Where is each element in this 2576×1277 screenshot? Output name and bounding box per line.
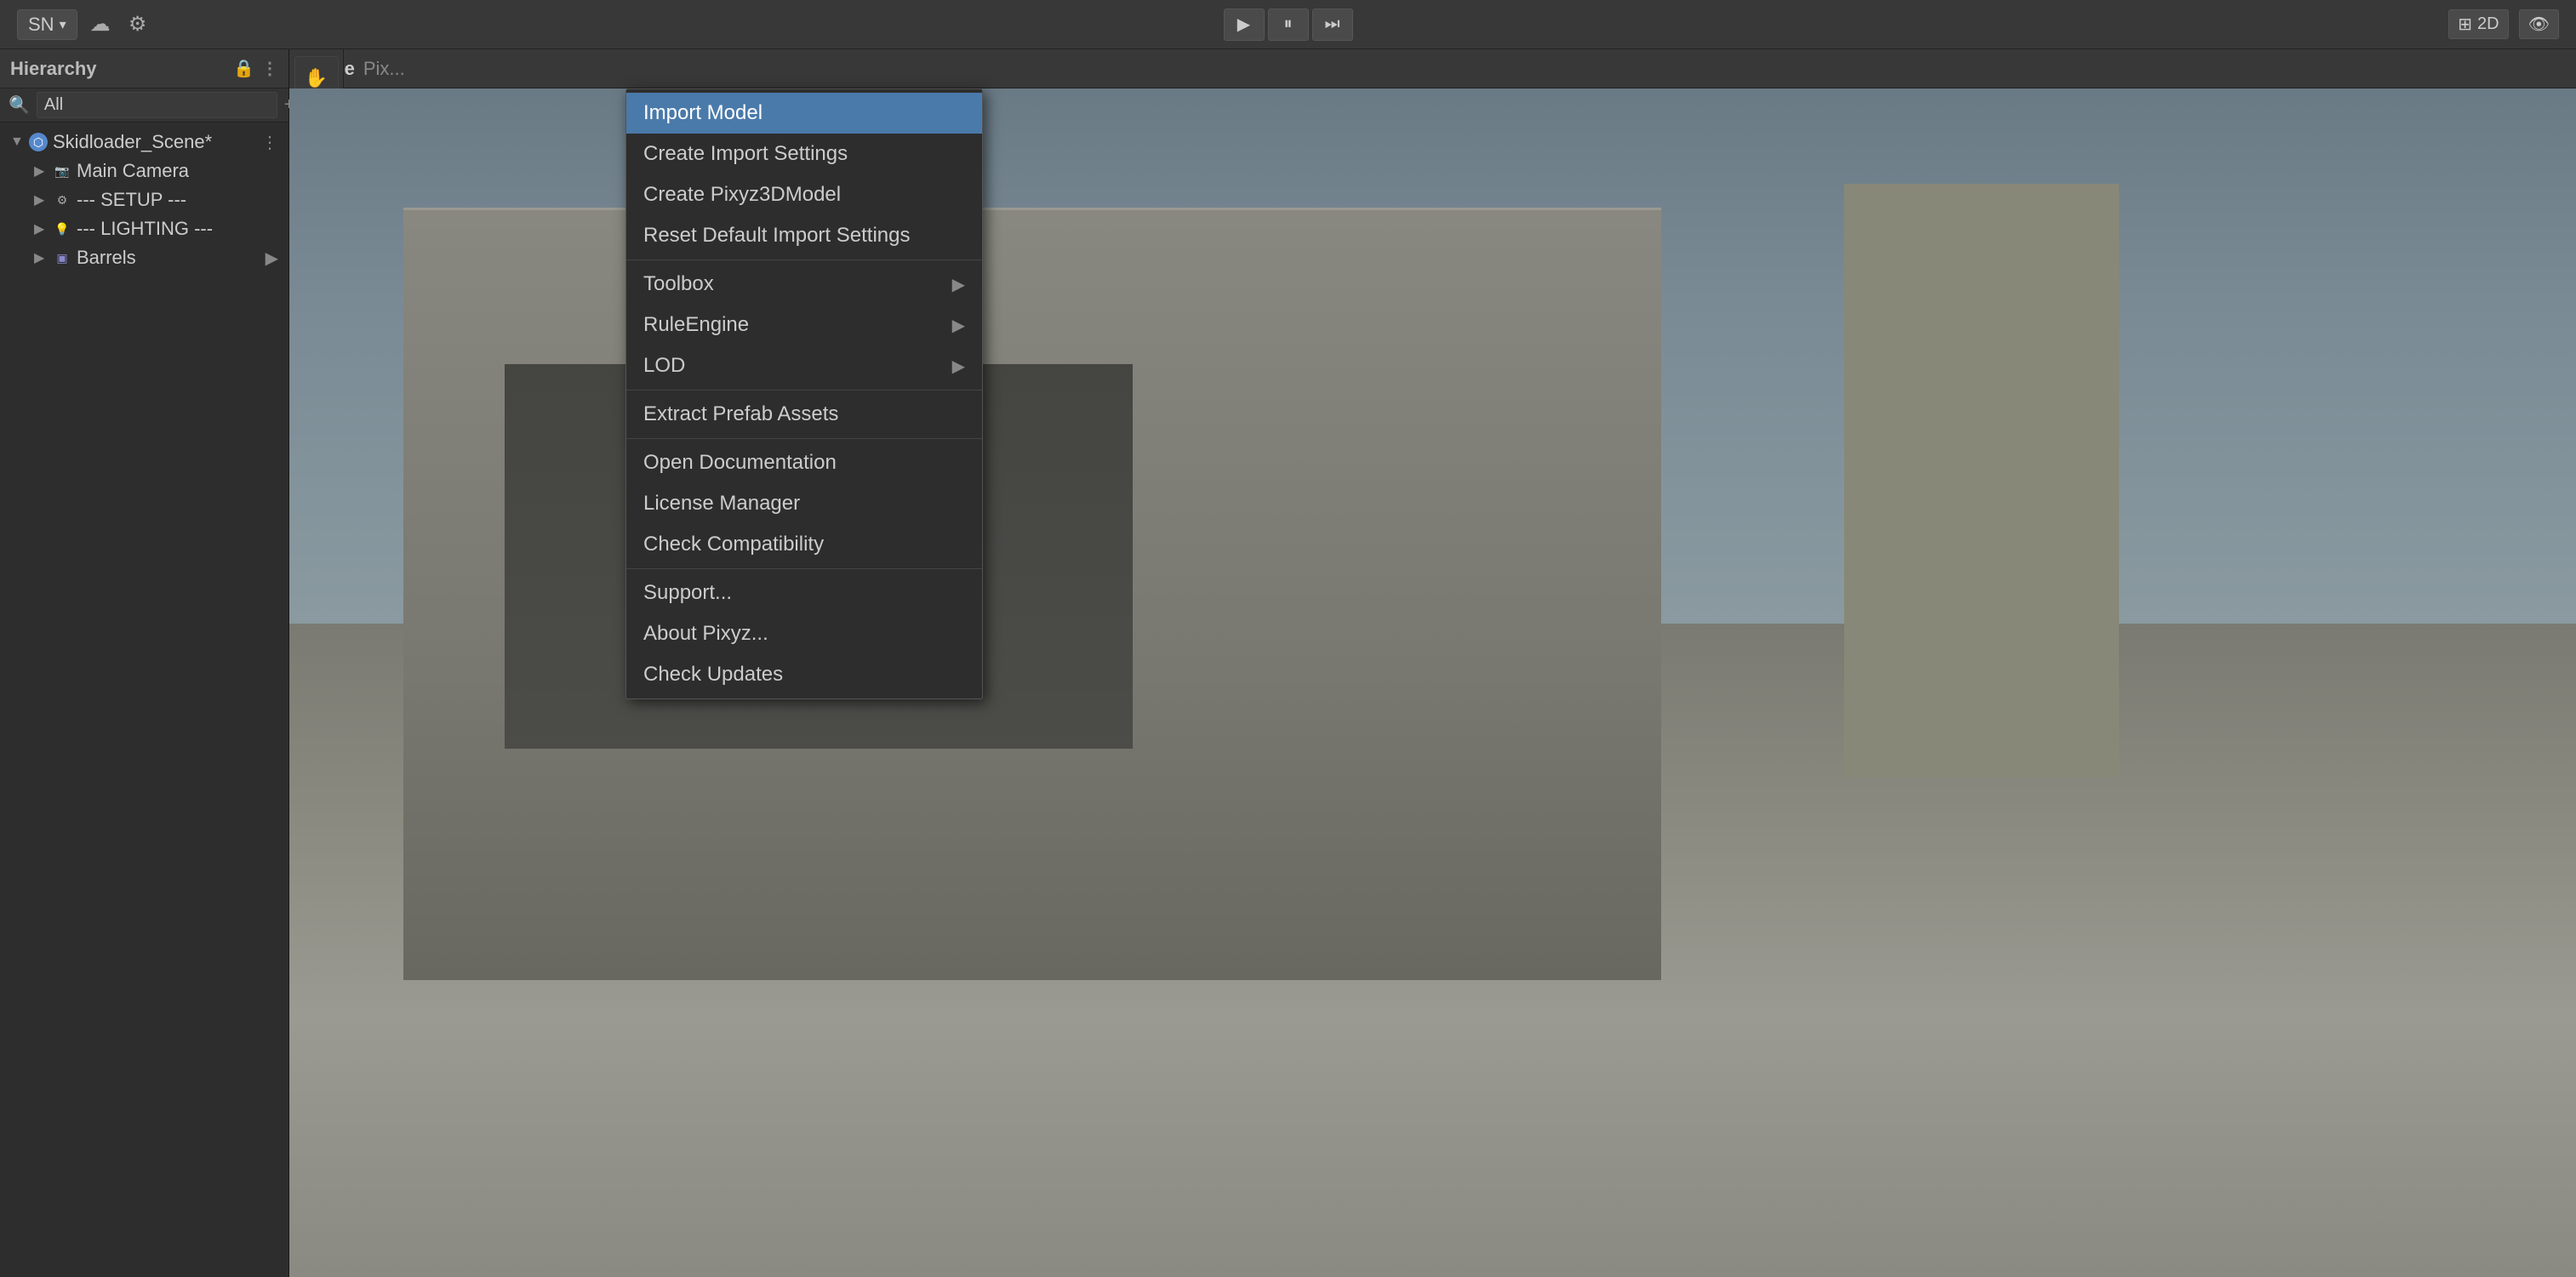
camera-arrow-icon: ▶ — [34, 162, 48, 180]
camera-icon: 📷 — [53, 162, 71, 180]
import-model-label: Import Model — [643, 101, 763, 125]
ruleengine-label: RuleEngine — [643, 313, 749, 337]
setup-icon: ⚙ — [53, 191, 71, 209]
support-label: Support... — [643, 581, 732, 605]
scene-arrow-icon: ▼ — [10, 134, 24, 150]
check-compatibility-label: Check Compatibility — [643, 533, 824, 556]
barrels-icon: ▣ — [53, 248, 71, 267]
lighting-arrow-icon: ▶ — [34, 220, 48, 237]
layers-icon: ⊞ — [2458, 14, 2472, 35]
lod-arrow-icon: ▶ — [952, 356, 965, 377]
barrels-arrow-icon: ▶ — [34, 249, 48, 266]
hierarchy-list: ▼ ⬡ Skidloader_Scene* ⋮ ▶ 📷 Main Camera … — [0, 123, 288, 1277]
visibility-button[interactable]: 👁 — [2519, 9, 2559, 39]
sidebar: Hierarchy 🔒 ⋮ 🔍 + ▼ ⬡ Skidloader_Scene* … — [0, 49, 289, 1277]
scene-toolbar: Scene Pix... — [289, 49, 2576, 88]
search-icon: 🔍 — [9, 94, 30, 116]
menu-separator-1 — [626, 259, 982, 260]
main-layout: Hierarchy 🔒 ⋮ 🔍 + ▼ ⬡ Skidloader_Scene* … — [0, 49, 2576, 1277]
hierarchy-panel-header: Hierarchy 🔒 ⋮ — [0, 49, 288, 88]
menu-item-open-documentation[interactable]: Open Documentation — [626, 442, 982, 483]
menu-item-ruleengine[interactable]: RuleEngine ▶ — [626, 305, 982, 345]
barrels-label: Barrels — [77, 247, 136, 269]
search-bar: 🔍 + — [0, 88, 288, 123]
license-manager-label: License Manager — [643, 492, 800, 516]
scene-more-icon[interactable]: ⋮ — [261, 132, 278, 153]
menu-separator-2 — [626, 390, 982, 391]
camera-label: Main Camera — [77, 160, 189, 182]
pixyz-tab[interactable]: Pix... — [363, 58, 405, 80]
create-pixyz3dmodel-label: Create Pixyz3DModel — [643, 183, 841, 207]
step-button[interactable]: ⏭ — [1312, 9, 1353, 41]
lighting-icon: 💡 — [53, 219, 71, 238]
lighting-label: --- LIGHTING --- — [77, 218, 213, 240]
settings-icon[interactable]: ⚙ — [123, 10, 152, 39]
about-pixyz-label: About Pixyz... — [643, 622, 768, 646]
reset-default-label: Reset Default Import Settings — [643, 224, 910, 248]
pause-button[interactable]: ⏸ — [1268, 9, 1309, 41]
hierarchy-item-barrels[interactable]: ▶ ▣ Barrels ▶ — [24, 243, 288, 272]
scene-label: Skidloader_Scene* — [53, 131, 212, 153]
top-bar-right: ⊞ 2D 👁 — [2448, 9, 2559, 39]
scene-area: Scene Pix... ✋ ✥ ↻ ⊡ ▣ ⊞ Import Model — [289, 49, 2576, 1277]
menu-item-create-import-settings[interactable]: Create Import Settings — [626, 134, 982, 174]
menu-item-create-pixyz3dmodel[interactable]: Create Pixyz3DModel — [626, 174, 982, 215]
menu-separator-4 — [626, 568, 982, 569]
barrels-expand-icon[interactable]: ▶ — [266, 248, 278, 269]
menu-item-license-manager[interactable]: License Manager — [626, 483, 982, 524]
scene-icon: ⬡ — [29, 133, 48, 151]
play-button[interactable]: ▶ — [1224, 9, 1265, 41]
menu-item-reset-default[interactable]: Reset Default Import Settings — [626, 215, 982, 256]
menu-item-support[interactable]: Support... — [626, 573, 982, 613]
crane-structure — [1844, 184, 2118, 778]
scene-warehouse — [403, 208, 1661, 980]
playback-controls: ▶ ⏸ ⏭ — [1224, 9, 1353, 41]
menu-item-check-compatibility[interactable]: Check Compatibility — [626, 524, 982, 565]
context-menu: Import Model Create Import Settings Crea… — [625, 88, 983, 699]
create-import-settings-label: Create Import Settings — [643, 142, 848, 166]
toolbox-label: Toolbox — [643, 272, 714, 296]
hierarchy-header-icons: 🔒 ⋮ — [233, 58, 278, 79]
menu-item-import-model[interactable]: Import Model — [626, 93, 982, 134]
toolbox-arrow-icon: ▶ — [952, 274, 965, 295]
sn-label: SN — [28, 14, 54, 36]
check-updates-label: Check Updates — [643, 663, 783, 687]
menu-item-toolbox[interactable]: Toolbox ▶ — [626, 264, 982, 305]
menu-item-extract-prefab[interactable]: Extract Prefab Assets — [626, 394, 982, 435]
hierarchy-item-lighting[interactable]: ▶ 💡 --- LIGHTING --- — [24, 214, 288, 243]
menu-item-lod[interactable]: LOD ▶ — [626, 345, 982, 386]
display-mode-button[interactable]: ⊞ 2D — [2448, 9, 2508, 39]
open-documentation-label: Open Documentation — [643, 451, 837, 475]
ruleengine-arrow-icon: ▶ — [952, 315, 965, 336]
lod-label: LOD — [643, 354, 685, 378]
hierarchy-item-camera[interactable]: ▶ 📷 Main Camera — [24, 157, 288, 185]
top-bar: SN ▾ ☁ ⚙ ▶ ⏸ ⏭ ⊞ 2D 👁 — [0, 0, 2576, 49]
lock-icon[interactable]: 🔒 — [233, 58, 254, 79]
hierarchy-item-setup[interactable]: ▶ ⚙ --- SETUP --- — [24, 185, 288, 214]
menu-item-check-updates[interactable]: Check Updates — [626, 654, 982, 695]
extract-prefab-label: Extract Prefab Assets — [643, 402, 838, 426]
hierarchy-title: Hierarchy — [10, 58, 97, 80]
display-mode-label: 2D — [2477, 14, 2499, 34]
hierarchy-item-scene[interactable]: ▼ ⬡ Skidloader_Scene* ⋮ — [0, 128, 288, 157]
setup-label: --- SETUP --- — [77, 189, 186, 211]
setup-arrow-icon: ▶ — [34, 191, 48, 208]
menu-item-about-pixyz[interactable]: About Pixyz... — [626, 613, 982, 654]
cloud-icon[interactable]: ☁ — [86, 10, 115, 39]
top-bar-left: SN ▾ ☁ ⚙ — [17, 9, 152, 40]
more-icon[interactable]: ⋮ — [261, 58, 278, 79]
search-input[interactable] — [37, 92, 277, 118]
menu-separator-3 — [626, 438, 982, 439]
sn-chevron-icon: ▾ — [60, 16, 66, 33]
sn-dropdown[interactable]: SN ▾ — [17, 9, 77, 40]
